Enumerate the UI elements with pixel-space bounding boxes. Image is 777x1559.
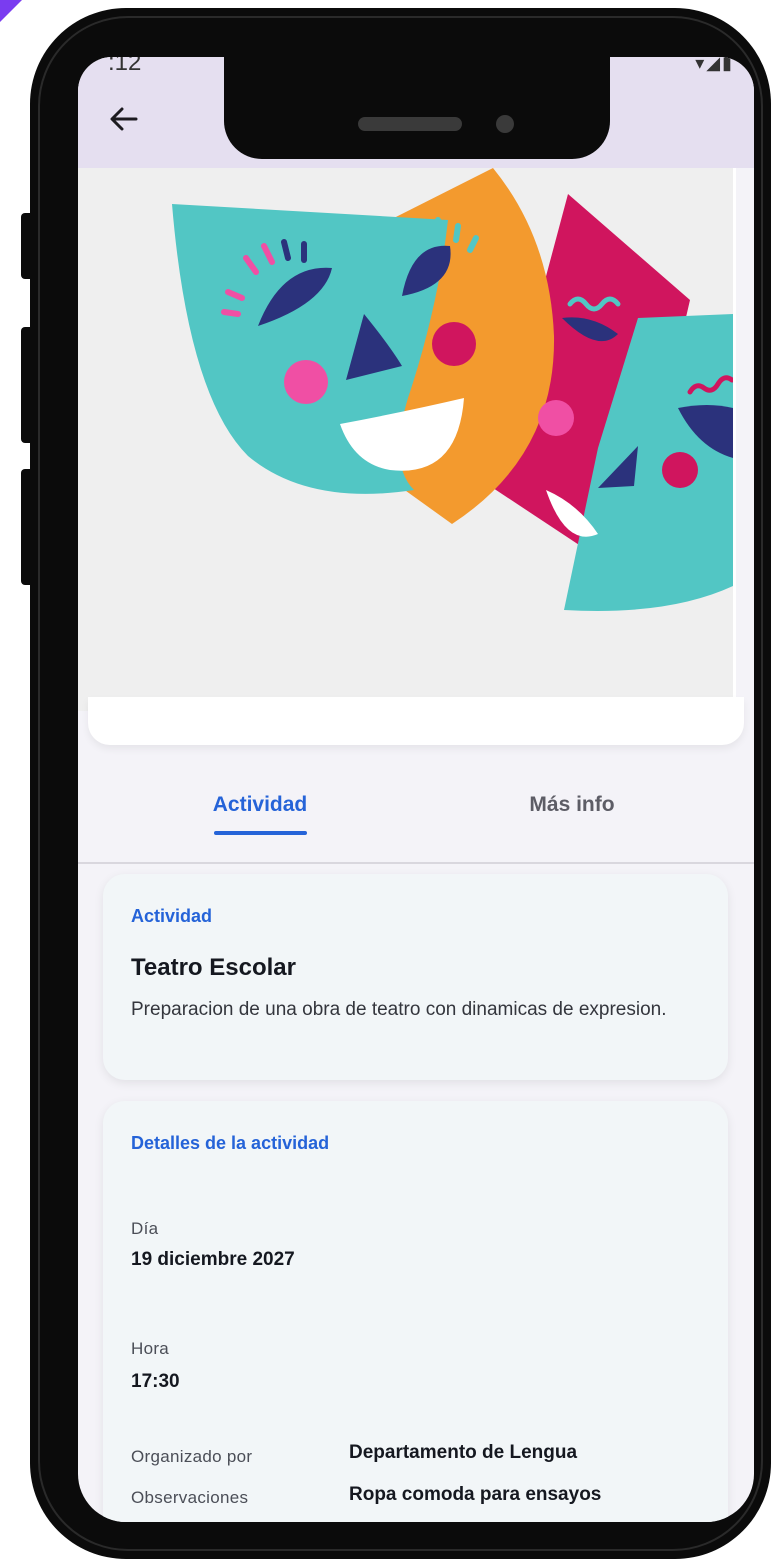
section-label-details: Detalles de la actividad [131, 1133, 330, 1153]
tabs-divider [78, 862, 754, 864]
details-card: Detalles de la actividad Día 19 diciembr… [103, 1101, 728, 1522]
phone-notch [224, 57, 610, 159]
tab-actividad[interactable]: Actividad [160, 793, 360, 817]
organizer-value: Departamento de Lengua [349, 1442, 578, 1463]
activity-card: Actividad Teatro Escolar Preparacion de … [103, 874, 728, 1080]
tab-bar: Actividad Más info [78, 757, 754, 863]
notes-label: Observaciones [131, 1488, 249, 1507]
day-label: Día [131, 1219, 159, 1238]
hero-card-edge [78, 657, 754, 697]
time-value: 17:30 [131, 1371, 180, 1392]
notes-value: Ropa comoda para ensayos [349, 1484, 602, 1505]
hero-scrollbar[interactable] [733, 168, 736, 711]
front-camera [496, 115, 514, 133]
hero-card [88, 697, 744, 745]
speaker-grille [358, 117, 462, 131]
organizer-label: Organizado por [131, 1447, 253, 1466]
day-value: 19 diciembre 2027 [131, 1249, 295, 1270]
activity-title: Teatro Escolar [131, 954, 296, 981]
status-icons: ▾◢▮ [695, 57, 734, 73]
activity-description: Preparacion de una obra de teatro con di… [131, 999, 667, 1020]
theater-masks-illustration [78, 168, 733, 711]
hero-image [78, 168, 733, 711]
corner-decoration [0, 0, 22, 22]
time-label: Hora [131, 1339, 170, 1358]
app-screen: :12 ▾◢▮ Teatro Escolar [78, 57, 754, 1522]
section-label-activity: Actividad [131, 906, 213, 926]
tab-mas-info[interactable]: Más info [472, 793, 672, 817]
active-tab-indicator [214, 831, 307, 835]
status-time: :12 [108, 57, 142, 76]
